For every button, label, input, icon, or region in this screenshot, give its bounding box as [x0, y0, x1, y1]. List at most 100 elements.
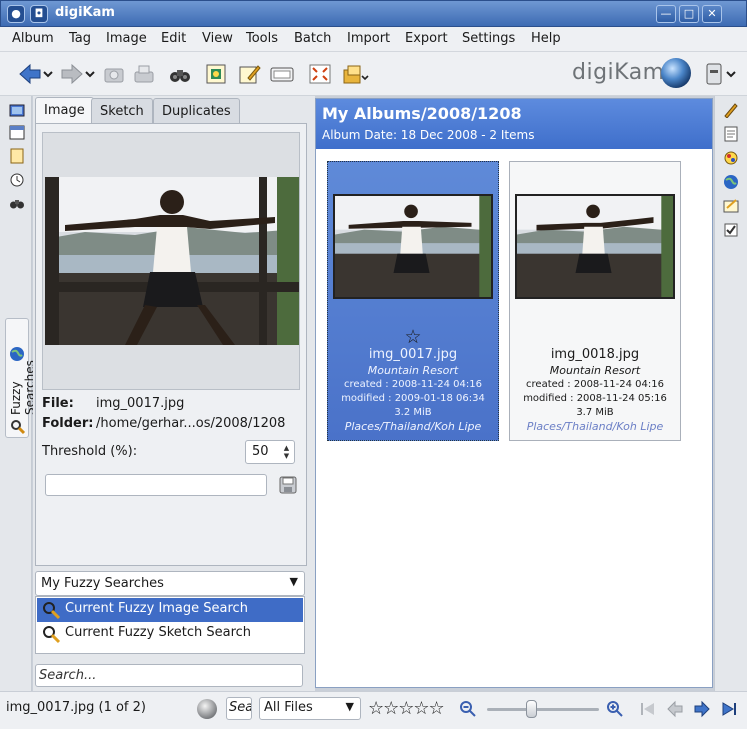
item-title: Mountain Resort	[367, 364, 459, 377]
next-item-icon[interactable]	[693, 700, 711, 718]
mime-filter-label: All Files	[264, 700, 313, 715]
menu-settings[interactable]: Settings	[462, 31, 515, 46]
item-filename: img_0017.jpg	[368, 347, 458, 362]
rating-star-icon[interactable]: ☆	[328, 326, 498, 348]
back-icon[interactable]	[18, 62, 42, 86]
spin-arrows-icon[interactable]: ▲ ▼	[282, 444, 291, 460]
close-button[interactable]: ✕	[702, 5, 722, 23]
albums-tab-icon[interactable]	[9, 102, 25, 118]
zoom-slider[interactable]	[487, 708, 599, 711]
tags-tab-icon[interactable]	[9, 148, 25, 164]
item-created: created : 2008-11-24 04:16	[344, 379, 482, 390]
item-tags: Places/Thailand/Koh Lipe	[526, 420, 664, 433]
menu-edit[interactable]: Edit	[161, 31, 186, 46]
binoculars-icon[interactable]	[168, 62, 192, 86]
menu-bar: Album Tag Image Edit View Tools Batch Im…	[0, 27, 747, 52]
album-title: My Albums/2008/1208	[322, 104, 522, 123]
map-search-tab-icon[interactable]	[9, 346, 25, 362]
right-sidebar-tabs	[714, 96, 747, 691]
chevron-down-icon: ▼	[289, 575, 298, 588]
zoom-in-icon[interactable]	[606, 700, 624, 718]
thumbnail-item[interactable]: img_0018.jpg Mountain Resort created : 2…	[509, 161, 681, 441]
properties-tab-icon[interactable]	[723, 102, 739, 118]
versions-tab-icon[interactable]	[723, 222, 739, 238]
pin-icon[interactable]: ◘	[30, 5, 48, 23]
menu-image[interactable]: Image	[106, 31, 147, 46]
fullscreen-icon[interactable]	[308, 62, 332, 86]
image-editor-icon[interactable]	[204, 62, 228, 86]
search-tab-icon[interactable]	[9, 195, 25, 211]
previous-item-icon[interactable]	[666, 700, 684, 718]
saved-search-filter-input[interactable]: Search...	[35, 664, 303, 687]
metadata-tab-icon[interactable]	[723, 126, 739, 142]
tab-sketch[interactable]: Sketch	[91, 98, 153, 124]
item-title: Mountain Resort	[549, 364, 641, 377]
fuzzy-search-icon	[43, 626, 61, 644]
slideshow-icon[interactable]	[270, 62, 294, 86]
zoom-slider-handle[interactable]	[526, 700, 538, 718]
zoom-out-icon[interactable]	[459, 700, 477, 718]
item-size: 3.7 MiB	[576, 407, 614, 418]
fuzzy-tabs: Image Sketch Duplicates	[33, 97, 310, 125]
status-text: img_0017.jpg (1 of 2)	[6, 700, 146, 715]
thumbnail-image	[333, 194, 493, 299]
thumbnail-image	[515, 194, 675, 299]
menu-batch[interactable]: Batch	[294, 31, 331, 46]
digikam-logo-text: digiKam	[572, 60, 665, 85]
item-size: 3.2 MiB	[394, 407, 432, 418]
calendar-tab-icon[interactable]	[9, 124, 25, 140]
saved-searches-list: Current Fuzzy Image Search Current Fuzzy…	[35, 596, 305, 654]
fuzzy-search-icon	[11, 420, 26, 435]
maximize-button[interactable]: □	[679, 5, 699, 23]
menu-import[interactable]: Import	[347, 31, 390, 46]
thumbnail-item[interactable]: ☆ img_0017.jpg Mountain Resort created :…	[327, 161, 499, 441]
item-created: created : 2008-11-24 04:16	[526, 379, 664, 390]
search-name-input[interactable]	[45, 474, 267, 496]
album-icon[interactable]	[342, 62, 370, 86]
saved-searches-combo-label: My Fuzzy Searches	[41, 576, 164, 591]
forward-icon[interactable]	[60, 62, 84, 86]
timeline-tab-icon[interactable]	[9, 172, 25, 188]
file-label: File:	[42, 396, 74, 411]
tab-image[interactable]: Image	[35, 97, 94, 125]
list-item[interactable]: Current Fuzzy Image Search	[37, 598, 303, 622]
menu-export[interactable]: Export	[405, 31, 448, 46]
caption-tags-tab-icon[interactable]	[723, 198, 739, 214]
camera-icon[interactable]	[102, 62, 126, 86]
image-tab-page: File: img_0017.jpg Folder: /home/gerhar.…	[35, 123, 307, 566]
menu-tools[interactable]: Tools	[246, 31, 278, 46]
folder-value: /home/gerhar...os/2008/1208	[96, 416, 286, 431]
status-bar: img_0017.jpg (1 of 2) Sea All Files ▼ ☆☆…	[0, 691, 747, 729]
left-sidebar-tabs: Fuzzy Searches	[0, 96, 37, 691]
menu-view[interactable]: View	[202, 31, 233, 46]
save-search-icon[interactable]	[278, 475, 298, 495]
tab-duplicates[interactable]: Duplicates	[153, 98, 240, 124]
saved-searches-combo[interactable]: My Fuzzy Searches ▼	[35, 571, 305, 596]
item-filename: img_0018.jpg	[550, 347, 640, 362]
album-header: My Albums/2008/1208 Album Date: 18 Dec 2…	[316, 99, 712, 149]
menu-help[interactable]: Help	[531, 31, 561, 46]
fuzzy-search-icon	[43, 602, 61, 620]
text-filter-input[interactable]: Sea	[226, 697, 252, 720]
list-item[interactable]: Current Fuzzy Sketch Search	[37, 622, 303, 646]
rating-filter[interactable]: ☆☆☆☆☆	[368, 698, 445, 719]
minimize-button[interactable]: —	[656, 5, 676, 23]
menu-album[interactable]: Album	[12, 31, 54, 46]
fuzzy-searches-tab[interactable]: Fuzzy Searches	[5, 318, 37, 438]
chevron-down-icon: ▼	[345, 700, 354, 713]
edit-icon[interactable]	[238, 62, 262, 86]
back-dropdown-icon[interactable]	[42, 62, 54, 86]
first-item-icon[interactable]	[639, 700, 657, 718]
scanner-icon[interactable]	[132, 62, 156, 86]
menu-tag[interactable]: Tag	[69, 31, 91, 46]
forward-dropdown-icon[interactable]	[84, 62, 96, 86]
item-tags: Places/Thailand/Koh Lipe	[344, 420, 482, 433]
geolocation-tab-icon[interactable]	[723, 174, 739, 190]
toolbar-menu-icon[interactable]	[704, 62, 740, 86]
mime-filter-combo[interactable]: All Files ▼	[259, 697, 361, 720]
last-item-icon[interactable]	[720, 700, 738, 718]
colors-tab-icon[interactable]	[723, 150, 739, 166]
app-menu-icon[interactable]: ●	[7, 5, 25, 23]
album-icon-view: My Albums/2008/1208 Album Date: 18 Dec 2…	[315, 98, 713, 688]
threshold-spinbox[interactable]: 50 ▲ ▼	[245, 440, 295, 464]
